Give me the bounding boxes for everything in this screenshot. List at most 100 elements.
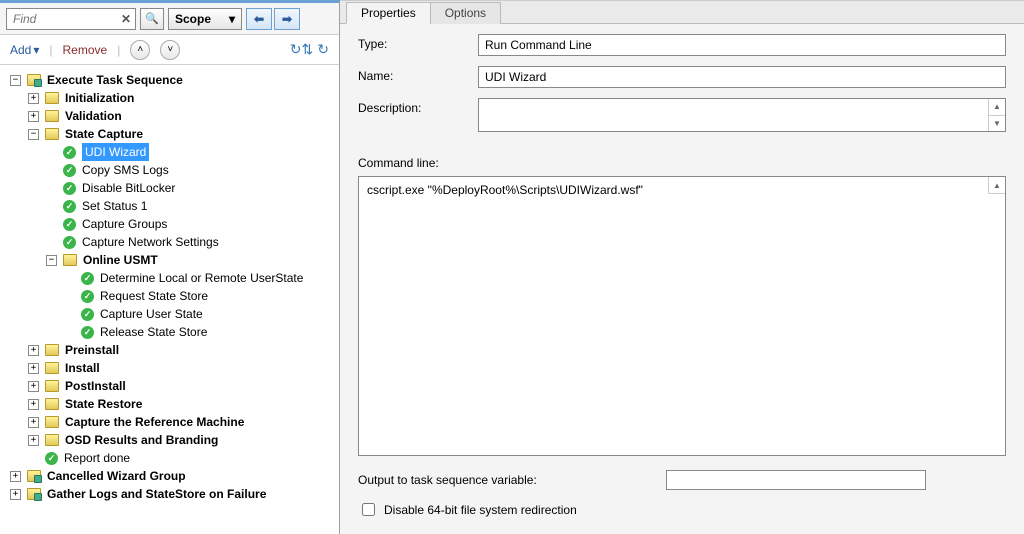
type-field	[478, 34, 1006, 56]
name-field[interactable]	[478, 66, 1006, 88]
search-input[interactable]	[11, 11, 121, 27]
divider: |	[117, 43, 120, 57]
tab-properties[interactable]: Properties	[346, 2, 431, 24]
tab-options[interactable]: Options	[430, 2, 501, 24]
name-label: Name:	[358, 66, 478, 83]
magnifier-icon: 🔍	[145, 12, 159, 25]
dropdown-caret-icon: ▾	[33, 43, 39, 57]
action-row: Add ▾ | Remove | ˄ ˅ ↻⇅ ↻	[0, 35, 339, 65]
tree-online-usmt[interactable]: Online USMT	[83, 251, 158, 269]
tree-set-status[interactable]: Set Status 1	[82, 197, 147, 215]
top-toolbar: ✕ 🔍 Scope ▾ ⬅ ➡	[0, 3, 339, 35]
expand-icon[interactable]: +	[28, 111, 39, 122]
output-var-field[interactable]	[666, 470, 926, 490]
description-field[interactable]: ▲ ▼	[478, 98, 1006, 132]
folder-icon	[45, 398, 59, 410]
tree-initialization[interactable]: Initialization	[65, 89, 134, 107]
check-icon: ✓	[63, 236, 76, 249]
folder-icon	[45, 128, 59, 140]
scroll-up-icon[interactable]: ▲	[988, 177, 1005, 194]
tree-postinstall[interactable]: PostInstall	[65, 377, 126, 395]
tree-install[interactable]: Install	[65, 359, 100, 377]
expand-icon[interactable]: +	[28, 381, 39, 392]
type-label: Type:	[358, 34, 478, 51]
clear-search-icon[interactable]: ✕	[121, 12, 131, 26]
tree-capture-groups[interactable]: Capture Groups	[82, 215, 167, 233]
check-icon: ✓	[81, 308, 94, 321]
tree-request-store[interactable]: Request State Store	[100, 287, 208, 305]
arrow-left-icon: ⬅	[254, 12, 264, 26]
tree-capture-userstate[interactable]: Capture User State	[100, 305, 203, 323]
collapse-icon[interactable]: −	[10, 75, 21, 86]
tree-determine-userstate[interactable]: Determine Local or Remote UserState	[100, 269, 303, 287]
tree-report-done[interactable]: Report done	[64, 449, 130, 467]
left-pane: ✕ 🔍 Scope ▾ ⬅ ➡ Add ▾ | Remove | ˄	[0, 0, 340, 534]
disable-64bit-checkbox[interactable]	[362, 503, 375, 516]
tree-gather[interactable]: Gather Logs and StateStore on Failure	[47, 485, 266, 503]
arrow-down-icon: ˅	[167, 44, 173, 55]
disable-64bit-label: Disable 64-bit file system redirection	[384, 503, 577, 517]
search-button[interactable]: 🔍	[140, 8, 164, 30]
tree-state-restore[interactable]: State Restore	[65, 395, 142, 413]
tree-disable-bitlocker[interactable]: Disable BitLocker	[82, 179, 175, 197]
spin-down-icon[interactable]: ▼	[989, 116, 1005, 132]
tree-copy-sms[interactable]: Copy SMS Logs	[82, 161, 169, 179]
move-up-button[interactable]: ˄	[130, 40, 150, 60]
tree-state-capture[interactable]: State Capture	[65, 125, 143, 143]
commandline-field[interactable]: ▲ cscript.exe "%DeployRoot%\Scripts\UDIW…	[358, 176, 1006, 456]
nav-back-button[interactable]: ⬅	[246, 8, 272, 30]
task-sequence-icon	[27, 74, 41, 86]
spin-up-icon[interactable]: ▲	[989, 99, 1005, 116]
expand-icon[interactable]: +	[10, 471, 21, 482]
expand-icon[interactable]: +	[28, 93, 39, 104]
move-down-button[interactable]: ˅	[160, 40, 180, 60]
folder-icon	[27, 470, 41, 482]
tree-root[interactable]: Execute Task Sequence	[47, 71, 183, 89]
folder-icon	[45, 362, 59, 374]
tree-release-store[interactable]: Release State Store	[100, 323, 207, 341]
tabstrip: Properties Options	[340, 1, 1024, 24]
chevron-down-icon: ▾	[229, 12, 235, 26]
expand-icon[interactable]: +	[28, 435, 39, 446]
check-icon: ✓	[63, 146, 76, 159]
arrow-up-icon: ˄	[137, 44, 143, 55]
tree-validation[interactable]: Validation	[65, 107, 122, 125]
expand-icon[interactable]: +	[28, 417, 39, 428]
expand-icon[interactable]: +	[28, 345, 39, 356]
expand-icon[interactable]: +	[28, 363, 39, 374]
arrow-right-icon: ➡	[282, 12, 292, 26]
scope-label: Scope	[175, 12, 211, 26]
add-button[interactable]: Add ▾	[10, 43, 39, 57]
collapse-icon[interactable]: −	[46, 255, 57, 266]
scope-dropdown[interactable]: Scope ▾	[168, 8, 242, 30]
check-icon: ✓	[45, 452, 58, 465]
folder-icon	[45, 110, 59, 122]
check-icon: ✓	[63, 164, 76, 177]
folder-icon	[45, 416, 59, 428]
folder-icon	[45, 380, 59, 392]
check-icon: ✓	[81, 290, 94, 303]
task-sequence-tree[interactable]: − Execute Task Sequence +Initialization …	[0, 65, 339, 534]
tree-capture-network[interactable]: Capture Network Settings	[82, 233, 219, 251]
nav-forward-button[interactable]: ➡	[274, 8, 300, 30]
reload-icon[interactable]: ↻	[317, 41, 329, 58]
folder-icon	[45, 344, 59, 356]
collapse-icon[interactable]: −	[28, 129, 39, 140]
search-box[interactable]: ✕	[6, 8, 136, 30]
refresh-icon[interactable]: ↻⇅	[290, 41, 313, 58]
expand-icon[interactable]: +	[28, 399, 39, 410]
check-icon: ✓	[63, 200, 76, 213]
tree-capture-ref[interactable]: Capture the Reference Machine	[65, 413, 244, 431]
tree-preinstall[interactable]: Preinstall	[65, 341, 119, 359]
folder-icon	[63, 254, 77, 266]
add-label: Add	[10, 43, 31, 57]
tree-cancelled[interactable]: Cancelled Wizard Group	[47, 467, 186, 485]
tree-osd[interactable]: OSD Results and Branding	[65, 431, 218, 449]
remove-button[interactable]: Remove	[63, 43, 108, 57]
tree-udi-wizard[interactable]: UDI Wizard	[82, 143, 149, 161]
check-icon: ✓	[63, 218, 76, 231]
folder-icon	[27, 488, 41, 500]
check-icon: ✓	[81, 326, 94, 339]
divider: |	[49, 43, 52, 57]
expand-icon[interactable]: +	[10, 489, 21, 500]
